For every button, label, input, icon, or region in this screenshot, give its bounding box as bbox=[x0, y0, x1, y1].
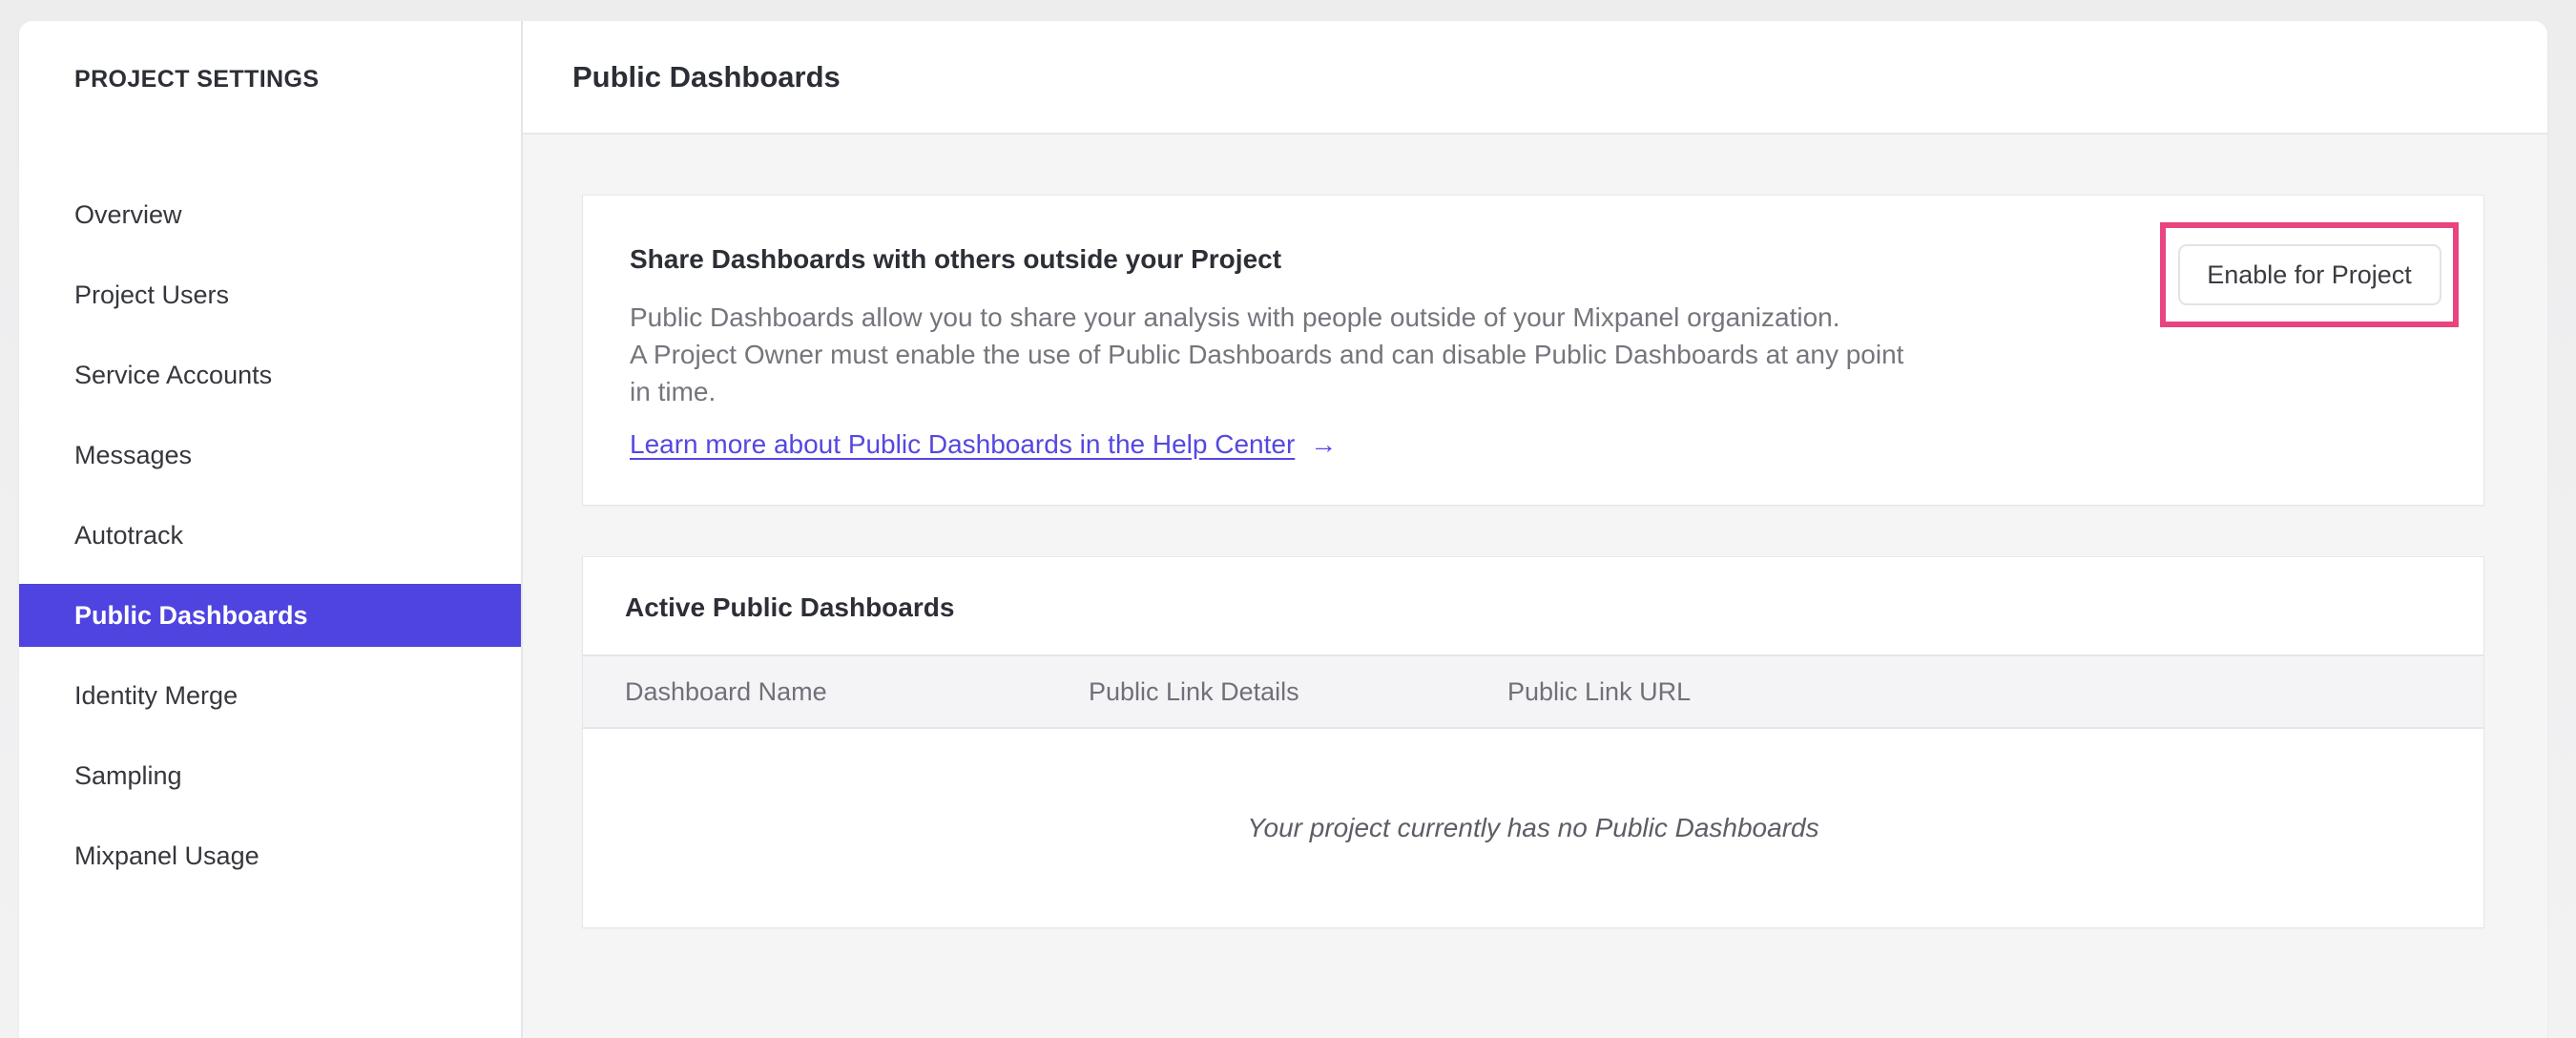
description-line: in time. bbox=[630, 377, 717, 406]
share-dashboards-card: Share Dashboards with others outside you… bbox=[582, 195, 2484, 506]
active-dashboards-title: Active Public Dashboards bbox=[625, 592, 955, 622]
empty-state-message: Your project currently has no Public Das… bbox=[1247, 813, 1819, 842]
column-header-public-link-details: Public Link Details bbox=[1089, 676, 1299, 706]
sidebar-item-public-dashboards[interactable]: Public Dashboards bbox=[19, 584, 521, 647]
sidebar-item-label: Sampling bbox=[74, 761, 182, 790]
sidebar-item-service-accounts[interactable]: Service Accounts bbox=[19, 343, 521, 406]
enable-for-project-button[interactable]: Enable for Project bbox=[2177, 244, 2441, 305]
sidebar: PROJECT SETTINGS Overview Project Users Se… bbox=[19, 21, 523, 1038]
project-settings-panel: PROJECT SETTINGS Overview Project Users Se… bbox=[19, 21, 2547, 1038]
table-header-row: Dashboard Name Public Link Details Public … bbox=[583, 654, 2483, 729]
description-line: A Project Owner must enable the use of P… bbox=[630, 340, 1904, 369]
column-header-dashboard-name: Dashboard Name bbox=[625, 676, 827, 706]
main-area: Public Dashboards Share Dashboards with … bbox=[523, 21, 2547, 1038]
sidebar-item-sampling[interactable]: Sampling bbox=[19, 744, 521, 807]
sidebar-item-label: Messages bbox=[74, 441, 193, 469]
help-center-link[interactable]: Learn more about Public Dashboards in th… bbox=[630, 429, 1337, 460]
sidebar-item-identity-merge[interactable]: Identity Merge bbox=[19, 664, 521, 727]
sidebar-item-overview[interactable]: Overview bbox=[19, 183, 521, 246]
content-area: Share Dashboards with others outside you… bbox=[523, 135, 2547, 1038]
sidebar-item-mixpanel-usage[interactable]: Mixpanel Usage bbox=[19, 824, 521, 887]
active-dashboards-card: Active Public Dashboards Dashboard Name P… bbox=[582, 556, 2484, 928]
sidebar-item-label: Overview bbox=[74, 200, 182, 229]
sidebar-item-label: Service Accounts bbox=[74, 361, 273, 389]
sidebar-item-label: Mixpanel Usage bbox=[74, 841, 260, 870]
sidebar-item-messages[interactable]: Messages bbox=[19, 424, 521, 487]
annotation-highlight-box: Enable for Project bbox=[2160, 222, 2459, 327]
sidebar-item-autotrack[interactable]: Autotrack bbox=[19, 504, 521, 567]
sidebar-item-project-users[interactable]: Project Users bbox=[19, 263, 521, 326]
sidebar-nav: Overview Project Users Service Accounts Mes… bbox=[19, 183, 521, 887]
sidebar-title: PROJECT SETTINGS bbox=[74, 66, 320, 93]
sidebar-item-label: Autotrack bbox=[74, 521, 184, 550]
main-header: Public Dashboards bbox=[523, 21, 2547, 135]
sidebar-item-label: Public Dashboards bbox=[74, 601, 308, 630]
sidebar-item-label: Project Users bbox=[74, 280, 230, 309]
sidebar-item-label: Identity Merge bbox=[74, 681, 239, 710]
column-header-public-link-url: Public Link URL bbox=[1507, 676, 1692, 706]
arrow-right-icon: → bbox=[1310, 429, 1338, 459]
page-title: Public Dashboards bbox=[572, 59, 841, 93]
help-center-link-label: Learn more about Public Dashboards in th… bbox=[630, 429, 1296, 459]
